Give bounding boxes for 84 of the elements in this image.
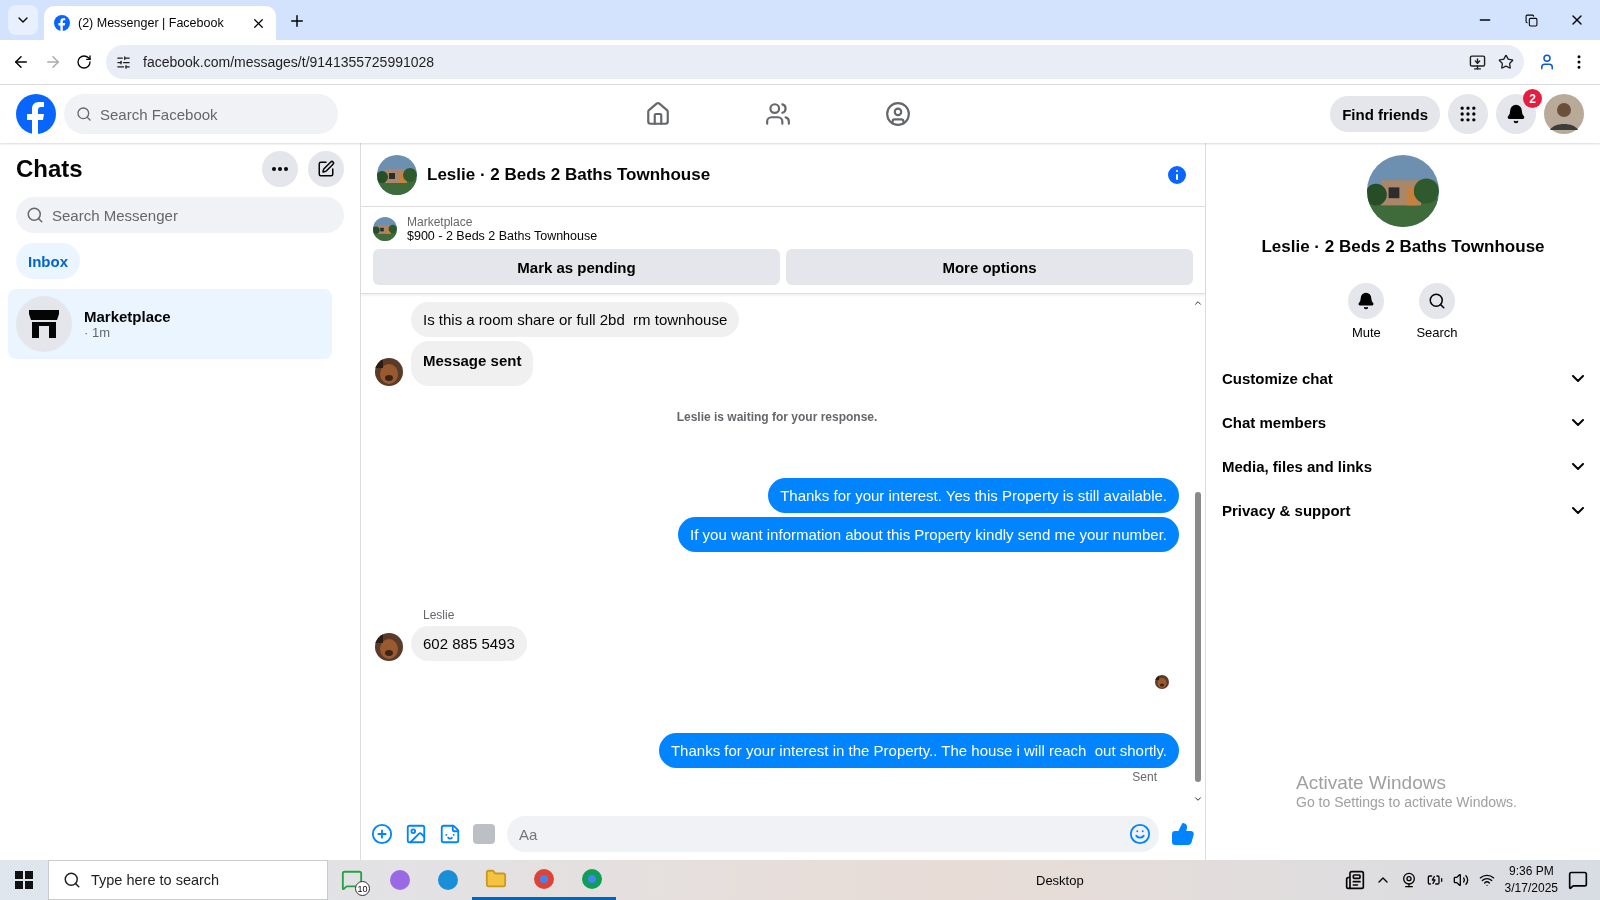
contact-name: Leslie · 2 Beds 2 Baths Townhouse <box>1261 237 1545 257</box>
new-message-button[interactable] <box>308 151 344 187</box>
message-bubble: Thanks for your interest. Yes this Property is still available. <box>768 478 1179 513</box>
activation-title: Activate Windows <box>1296 772 1447 794</box>
section-header[interactable]: Chat members <box>1222 400 1584 444</box>
volume-icon[interactable] <box>1452 872 1469 888</box>
bell-icon <box>1357 292 1376 310</box>
wifi-icon[interactable] <box>1478 872 1495 888</box>
app-badge: 10 <box>355 881 370 896</box>
news-icon[interactable] <box>1344 870 1365 890</box>
clock[interactable]: 9:36 PM 3/17/2025 <box>1504 863 1558 897</box>
tab-title: (2) Messenger | Facebook <box>78 16 225 30</box>
facebook-logo-icon <box>54 15 70 31</box>
sender-name: Leslie <box>423 608 456 622</box>
section-header[interactable]: Privacy & support <box>1222 488 1584 532</box>
compose-icon <box>317 160 335 178</box>
action-button[interactable]: More options <box>786 249 1193 285</box>
windows-icon[interactable] <box>15 871 33 889</box>
new-tab-icon[interactable] <box>288 12 306 30</box>
message-bubble: 602 885 5493 <box>411 626 527 661</box>
desktop-label[interactable]: Desktop <box>1036 872 1084 888</box>
listing-label: Marketplace <box>407 215 474 229</box>
activation-hint: Go to Settings to activate Windows. <box>1296 794 1517 810</box>
search-field[interactable]: Search Facebook <box>64 94 338 134</box>
image-icon[interactable] <box>405 823 427 845</box>
grid-icon <box>1458 104 1478 124</box>
message-bubble: Is this a room share or full 2bd rm townhouse <box>411 302 740 337</box>
options-button[interactable] <box>262 151 298 187</box>
find-friends-button[interactable]: Find friends <box>1330 96 1440 132</box>
address-bar[interactable]: facebook.com/messages/t/9141355725991028 <box>106 45 1524 79</box>
url-text: facebook.com/messages/t/9141355725991028 <box>143 54 436 70</box>
section-header[interactable]: Media, files and links <box>1222 444 1584 488</box>
scrollbar[interactable] <box>1195 492 1201 782</box>
site-settings-icon[interactable] <box>116 54 131 70</box>
search-icon <box>76 106 92 122</box>
message-field[interactable]: Aa <box>507 816 1159 852</box>
message-status: Sent <box>1132 770 1157 784</box>
reload-icon[interactable] <box>76 54 92 70</box>
home-icon[interactable] <box>645 101 671 127</box>
chats-title: Chats <box>16 155 84 183</box>
more-icon <box>272 167 288 171</box>
scroll-down-icon[interactable] <box>1193 794 1203 804</box>
conversation-item[interactable]: Marketplace · 1m <box>8 289 332 359</box>
message-bubble: Thanks for your interest in the Property.. The house i will reach out shortly. <box>658 733 1179 768</box>
like-icon[interactable] <box>1171 822 1195 846</box>
taskbar-search[interactable]: Type here to search <box>48 860 328 900</box>
action-button[interactable]: Mark as pending <box>373 249 780 285</box>
facebook-logo-icon[interactable] <box>16 94 56 134</box>
conversation-name: Marketplace <box>84 308 171 325</box>
bell-icon <box>1506 104 1526 124</box>
search-icon <box>26 206 44 224</box>
groups-icon[interactable] <box>885 101 911 127</box>
camera-icon[interactable] <box>1400 872 1417 888</box>
search-icon <box>63 871 81 889</box>
back-icon[interactable] <box>12 53 30 71</box>
app-icon[interactable] <box>389 869 411 891</box>
message-bubble: Message sent <box>411 341 534 386</box>
notice-text: Leslie is waiting for your response. <box>676 410 878 424</box>
account-avatar[interactable] <box>1544 94 1584 134</box>
plus-icon[interactable] <box>371 823 393 845</box>
search-icon <box>1428 292 1446 310</box>
notification-badge: 2 <box>1523 89 1542 108</box>
restore-icon[interactable] <box>1524 13 1538 27</box>
tab-search-button[interactable] <box>8 5 38 35</box>
search-field[interactable]: Search Messenger <box>16 197 344 233</box>
menu-button[interactable] <box>1448 94 1488 134</box>
install-icon[interactable] <box>1469 53 1486 71</box>
section-header[interactable]: Customize chat <box>1222 356 1584 400</box>
filter-chip[interactable]: Inbox <box>16 243 80 279</box>
bookmark-icon[interactable] <box>1498 54 1514 70</box>
notification-icon[interactable] <box>1568 870 1588 890</box>
message-bubble: If you want information about this Property kindly send me your number. <box>678 517 1179 552</box>
listing-title: $900 - 2 Beds 2 Baths Townhouse <box>407 229 598 243</box>
battery-icon[interactable] <box>1426 872 1443 888</box>
browser-tab[interactable]: (2) Messenger | Facebook <box>44 6 276 40</box>
conversation-time: · 1m <box>84 325 111 340</box>
scroll-up-icon[interactable] <box>1193 298 1203 308</box>
notifications-button[interactable] <box>1496 94 1536 134</box>
conversation-title: Leslie · 2 Beds 2 Baths Townhouse <box>427 164 712 185</box>
sticker-icon[interactable] <box>439 823 461 845</box>
shop-icon <box>16 296 72 352</box>
profile-icon[interactable] <box>1538 53 1556 71</box>
friends-icon[interactable] <box>765 101 791 127</box>
emoji-icon[interactable] <box>1129 823 1151 845</box>
